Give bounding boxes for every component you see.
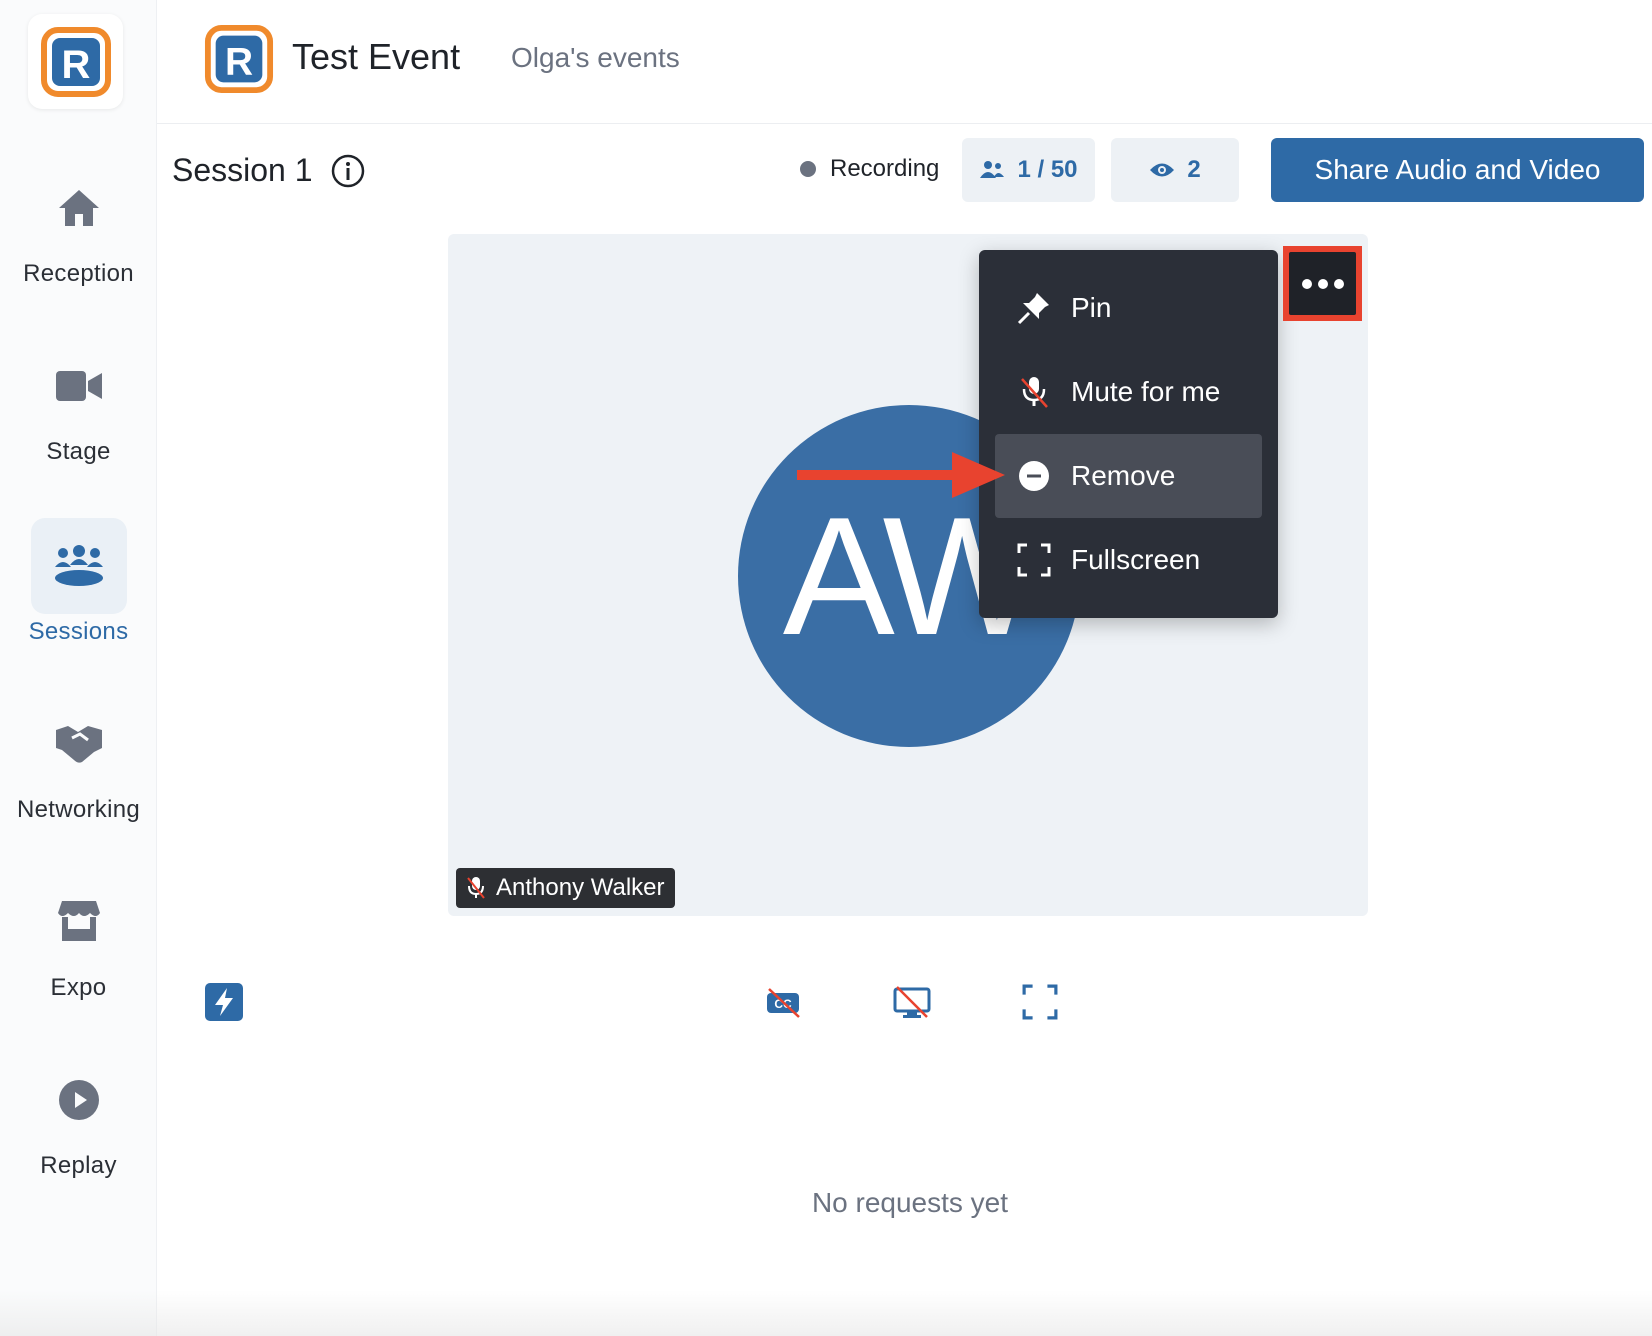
- sidebar-item-label: Sessions: [28, 618, 129, 645]
- fullscreen-button[interactable]: [1020, 982, 1060, 1022]
- sidebar: R Reception Stage Sessions Networking Ex…: [0, 0, 157, 1336]
- sidebar-item-label: Reception: [23, 260, 134, 287]
- top-bar: R Test Event Olga's events: [157, 0, 1652, 124]
- sidebar-item-networking[interactable]: Networking: [0, 696, 157, 824]
- fullscreen-icon: [1017, 543, 1051, 577]
- viewers-count: 2: [1187, 156, 1201, 183]
- sidebar-item-label: Replay: [40, 1152, 117, 1179]
- quick-actions-button[interactable]: [204, 982, 244, 1022]
- sidebar-item-expo[interactable]: Expo: [0, 874, 157, 1002]
- more-options-button[interactable]: [1283, 246, 1362, 321]
- no-requests-text: No requests yet: [811, 1187, 1009, 1218]
- menu-item-label: Pin: [1071, 292, 1112, 323]
- people-table-icon: [30, 518, 127, 614]
- recording-label: Recording: [830, 155, 940, 182]
- event-logo: R: [204, 24, 274, 94]
- recording-status: Recording: [800, 155, 939, 183]
- sidebar-item-replay[interactable]: Replay: [0, 1052, 157, 1180]
- play-circle-icon: [31, 1052, 127, 1148]
- screen-share-toggle-button[interactable]: [892, 982, 932, 1022]
- svg-text:R: R: [225, 41, 253, 84]
- menu-item-pin[interactable]: Pin: [995, 266, 1262, 350]
- sidebar-item-reception[interactable]: Reception: [0, 160, 157, 288]
- recording-dot-icon: [800, 161, 816, 177]
- logo-icon: R: [40, 26, 111, 97]
- eye-icon: [1150, 163, 1175, 177]
- annotation-arrow-icon: [797, 452, 1005, 498]
- users-icon: [980, 161, 1005, 178]
- svg-text:R: R: [61, 43, 90, 87]
- participants-count: 1 / 50: [1017, 156, 1078, 183]
- mic-muted-icon: [1021, 377, 1048, 408]
- menu-item-label: Remove: [1071, 460, 1176, 491]
- participant-name-tag: Anthony Walker: [456, 868, 675, 908]
- lightning-icon: [205, 983, 243, 1021]
- home-icon: [31, 160, 127, 256]
- session-title: Session 1: [172, 152, 365, 189]
- booth-icon: [31, 874, 127, 970]
- pin-icon: [1017, 293, 1049, 325]
- menu-item-label: Fullscreen: [1071, 544, 1201, 575]
- participants-count-button[interactable]: 1 / 50: [962, 138, 1095, 202]
- viewers-count-button[interactable]: 2: [1111, 138, 1239, 202]
- captions-toggle-button[interactable]: CC: [764, 982, 804, 1022]
- bottom-fade: [0, 1290, 1652, 1336]
- more-options-icon: [1289, 252, 1356, 315]
- sidebar-item-sessions[interactable]: Sessions: [0, 518, 157, 646]
- handshake-icon: [31, 696, 127, 792]
- app-logo[interactable]: R: [28, 14, 123, 109]
- org-name[interactable]: Olga's events: [511, 42, 680, 74]
- fullscreen-icon: [1022, 984, 1058, 1020]
- sidebar-item-label: Stage: [46, 438, 111, 465]
- info-icon[interactable]: [331, 154, 365, 188]
- minus-circle-icon: [1019, 461, 1049, 491]
- menu-item-fullscreen[interactable]: Fullscreen: [995, 518, 1262, 602]
- mic-muted-icon: [467, 877, 485, 899]
- screen-share-off-icon: [893, 986, 931, 1018]
- session-title-text: Session 1: [172, 152, 313, 188]
- menu-item-mute-for-me[interactable]: Mute for me: [995, 350, 1262, 434]
- menu-item-remove[interactable]: Remove: [995, 434, 1262, 518]
- participant-name: Anthony Walker: [496, 874, 665, 901]
- video-camera-icon: [31, 338, 127, 434]
- share-audio-video-button[interactable]: Share Audio and Video: [1271, 138, 1644, 202]
- menu-item-label: Mute for me: [1071, 376, 1221, 407]
- captions-off-icon: CC: [767, 988, 800, 1018]
- sidebar-item-label: Networking: [16, 796, 141, 823]
- participant-options-menu: Pin Mute for me Remove Fullscreen: [979, 250, 1278, 618]
- sidebar-item-stage[interactable]: Stage: [0, 338, 157, 466]
- sidebar-item-label: Expo: [50, 974, 107, 1001]
- event-title: Test Event: [292, 36, 461, 77]
